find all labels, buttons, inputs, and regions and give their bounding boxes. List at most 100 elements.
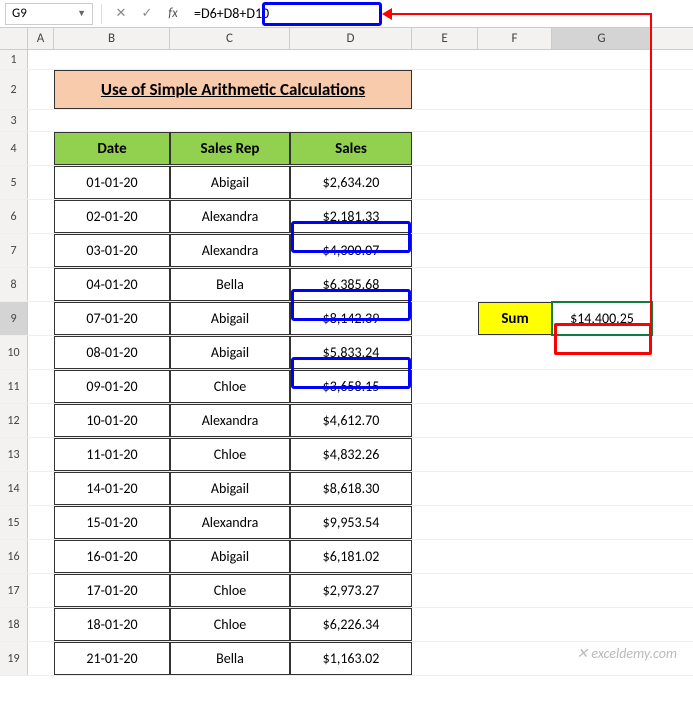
cell[interactable] bbox=[478, 50, 552, 69]
cell[interactable] bbox=[478, 608, 552, 641]
cell[interactable] bbox=[28, 506, 54, 539]
check-icon[interactable]: ✓ bbox=[136, 3, 158, 25]
cell-sales[interactable]: $4,832.26 bbox=[290, 438, 412, 471]
cell-date[interactable]: 10-01-20 bbox=[54, 404, 170, 437]
cell[interactable] bbox=[412, 110, 478, 131]
cell[interactable] bbox=[552, 540, 652, 573]
cell[interactable] bbox=[552, 234, 652, 267]
cell[interactable] bbox=[28, 110, 54, 131]
cell[interactable] bbox=[552, 110, 652, 131]
cell[interactable] bbox=[54, 110, 170, 131]
row-header-14[interactable]: 14 bbox=[0, 472, 28, 505]
cell[interactable] bbox=[478, 110, 552, 131]
cell[interactable] bbox=[552, 472, 652, 505]
cell-sales[interactable]: $6,226.34 bbox=[290, 608, 412, 641]
cell[interactable] bbox=[478, 132, 552, 165]
cell-sales[interactable]: $2,181.33 bbox=[290, 200, 412, 233]
cell[interactable] bbox=[28, 166, 54, 199]
cell-rep[interactable]: Abigail bbox=[170, 540, 290, 573]
cell-date[interactable]: 16-01-20 bbox=[54, 540, 170, 573]
cell[interactable] bbox=[478, 370, 552, 403]
cell[interactable] bbox=[412, 472, 478, 505]
row-header-19[interactable]: 19 bbox=[0, 642, 28, 675]
fx-icon[interactable]: fx bbox=[162, 3, 184, 25]
cell-sales[interactable]: $6,181.02 bbox=[290, 540, 412, 573]
cell-date[interactable]: 21-01-20 bbox=[54, 642, 170, 675]
cell[interactable] bbox=[412, 506, 478, 539]
col-header-C[interactable]: C bbox=[170, 28, 290, 49]
cell[interactable] bbox=[28, 404, 54, 437]
col-header-F[interactable]: F bbox=[478, 28, 552, 49]
cell-rep[interactable]: Chloe bbox=[170, 370, 290, 403]
cell[interactable] bbox=[28, 608, 54, 641]
cell[interactable] bbox=[478, 438, 552, 471]
cell-date[interactable]: 17-01-20 bbox=[54, 574, 170, 607]
cell[interactable] bbox=[412, 132, 478, 165]
cancel-icon[interactable]: ✕ bbox=[110, 3, 132, 25]
cell[interactable] bbox=[478, 404, 552, 437]
cell[interactable] bbox=[412, 166, 478, 199]
cell-date[interactable]: 18-01-20 bbox=[54, 608, 170, 641]
cell[interactable] bbox=[412, 70, 478, 109]
cell[interactable] bbox=[552, 370, 652, 403]
cell[interactable] bbox=[552, 70, 652, 109]
cell[interactable] bbox=[28, 336, 54, 369]
col-header-A[interactable]: A bbox=[28, 28, 54, 49]
row-header-1[interactable]: 1 bbox=[0, 50, 28, 69]
col-header-B[interactable]: B bbox=[54, 28, 170, 49]
row-header-13[interactable]: 13 bbox=[0, 438, 28, 471]
cell[interactable] bbox=[412, 234, 478, 267]
cell[interactable] bbox=[28, 200, 54, 233]
cell-sales[interactable]: $8,618.30 bbox=[290, 472, 412, 505]
cell-date[interactable]: 14-01-20 bbox=[54, 472, 170, 505]
cell[interactable] bbox=[412, 574, 478, 607]
col-header-E[interactable]: E bbox=[412, 28, 478, 49]
cell[interactable] bbox=[28, 438, 54, 471]
row-header-6[interactable]: 6 bbox=[0, 200, 28, 233]
cell[interactable] bbox=[552, 438, 652, 471]
cell[interactable] bbox=[552, 132, 652, 165]
cell-rep[interactable]: Abigail bbox=[170, 472, 290, 505]
cell-rep[interactable]: Bella bbox=[170, 642, 290, 675]
cell-rep[interactable]: Chloe bbox=[170, 608, 290, 641]
cell[interactable] bbox=[170, 110, 290, 131]
cell[interactable] bbox=[28, 642, 54, 675]
cell[interactable] bbox=[290, 110, 412, 131]
cell-date[interactable]: 11-01-20 bbox=[54, 438, 170, 471]
row-header-7[interactable]: 7 bbox=[0, 234, 28, 267]
cell-rep[interactable]: Abigail bbox=[170, 302, 290, 335]
cell-rep[interactable]: Alexandra bbox=[170, 404, 290, 437]
cell-rep[interactable]: Alexandra bbox=[170, 234, 290, 267]
cell[interactable] bbox=[478, 200, 552, 233]
cell-rep[interactable]: Bella bbox=[170, 268, 290, 301]
cell[interactable] bbox=[28, 268, 54, 301]
cell[interactable] bbox=[552, 336, 652, 369]
cell[interactable] bbox=[54, 50, 170, 69]
cell[interactable] bbox=[412, 302, 478, 335]
row-header-16[interactable]: 16 bbox=[0, 540, 28, 573]
cell[interactable] bbox=[478, 268, 552, 301]
cell-date[interactable]: 15-01-20 bbox=[54, 506, 170, 539]
cell-sales[interactable]: $2,973.27 bbox=[290, 574, 412, 607]
cell-rep[interactable]: Abigail bbox=[170, 166, 290, 199]
cell[interactable] bbox=[478, 70, 552, 109]
row-header-9[interactable]: 9 bbox=[0, 302, 28, 335]
cell[interactable] bbox=[28, 574, 54, 607]
cell-date[interactable]: 02-01-20 bbox=[54, 200, 170, 233]
cell-rep[interactable]: Chloe bbox=[170, 438, 290, 471]
cell[interactable] bbox=[28, 132, 54, 165]
cell-rep[interactable]: Alexandra bbox=[170, 200, 290, 233]
cell-sales[interactable]: $3,658.15 bbox=[290, 370, 412, 403]
cell-sales[interactable]: $2,634.20 bbox=[290, 166, 412, 199]
cell[interactable] bbox=[478, 574, 552, 607]
cell-rep[interactable]: Alexandra bbox=[170, 506, 290, 539]
cell-sales[interactable]: $4,612.70 bbox=[290, 404, 412, 437]
cell[interactable] bbox=[552, 200, 652, 233]
sum-value[interactable]: $14,400.25 bbox=[552, 302, 652, 335]
cell[interactable] bbox=[28, 70, 54, 109]
row-header-2[interactable]: 2 bbox=[0, 70, 28, 109]
row-header-4[interactable]: 4 bbox=[0, 132, 28, 165]
cell[interactable] bbox=[478, 642, 552, 675]
cell-date[interactable]: 08-01-20 bbox=[54, 336, 170, 369]
cell-sales[interactable]: $1,163.02 bbox=[290, 642, 412, 675]
